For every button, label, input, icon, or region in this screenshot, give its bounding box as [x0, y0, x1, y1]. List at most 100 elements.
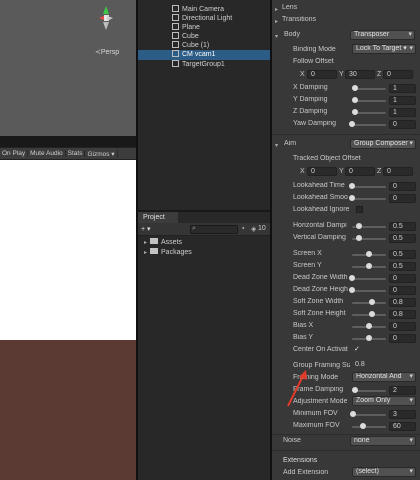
follow-offset-z-field[interactable]: 0: [383, 70, 413, 79]
lookahead-smoothing-slider[interactable]: [352, 198, 386, 200]
scene-view[interactable]: ≺Persp: [0, 0, 136, 136]
center-on-activate-checkbox[interactable]: ✓: [354, 345, 360, 353]
minimum-fov-field[interactable]: 3: [389, 410, 416, 419]
follow-offset-y-label: Y: [339, 71, 344, 78]
dead-zone-width-slider-handle[interactable]: [349, 275, 355, 281]
lens-label[interactable]: Lens: [282, 4, 297, 11]
lookahead-time-slider[interactable]: [352, 186, 386, 188]
dead-zone-width-label: Dead Zone Width: [293, 274, 348, 281]
group-framing-size-field[interactable]: 0.8: [352, 361, 416, 370]
maximize-on-play-toggle[interactable]: On Play: [0, 150, 29, 157]
screen-x-slider-handle[interactable]: [366, 251, 372, 257]
z-damping-label: Z Damping: [293, 108, 328, 115]
transitions-label[interactable]: Transitions: [282, 16, 316, 23]
tracked-offset-y-label: Y: [339, 168, 344, 175]
lookahead-ignore-y-checkbox[interactable]: [356, 206, 363, 213]
adjustment-mode-dropdown[interactable]: Zoom Only: [352, 396, 416, 406]
vertical-damping-slider-handle[interactable]: [355, 235, 362, 241]
project-folder-packages[interactable]: ▸ Packages: [144, 248, 192, 258]
folder-icon: [150, 238, 159, 244]
screen-y-field[interactable]: 0.5: [389, 262, 416, 271]
x-damping-field[interactable]: 1: [389, 84, 416, 93]
horizontal-damping-slider-handle[interactable]: [355, 223, 362, 229]
mute-audio-toggle[interactable]: Mute Audio: [28, 150, 66, 157]
bias-y-slider-handle[interactable]: [366, 335, 372, 341]
minimum-fov-slider[interactable]: [352, 414, 386, 416]
horizontal-damping-field[interactable]: 0.5: [389, 222, 416, 231]
gameobject-icon: [172, 50, 179, 57]
soft-zone-height-label: Soft Zone Height: [293, 310, 346, 317]
bias-x-slider-handle[interactable]: [366, 323, 372, 329]
tracked-offset-z-field[interactable]: 0: [383, 167, 413, 176]
yaw-damping-slider-handle[interactable]: [349, 121, 355, 127]
tracked-offset-x-field[interactable]: 0: [307, 167, 337, 176]
bias-y-field[interactable]: 0: [389, 334, 416, 343]
noise-dropdown[interactable]: none: [350, 436, 416, 446]
perspective-label[interactable]: ≺Persp: [95, 48, 119, 56]
game-view-toolbar: On Play Mute Audio Stats Gizmos ▾: [0, 147, 136, 160]
transitions-foldout-arrow-icon[interactable]: ▸: [275, 18, 278, 25]
dead-zone-width-slider[interactable]: [352, 278, 386, 280]
lookahead-time-slider-handle[interactable]: [349, 183, 355, 189]
dead-zone-width-field[interactable]: 0: [389, 274, 416, 283]
bias-x-label: Bias X: [293, 322, 314, 329]
lookahead-time-field[interactable]: 0: [389, 182, 416, 191]
lookahead-smoothing-field[interactable]: 0: [389, 194, 416, 203]
soft-zone-width-field[interactable]: 0.8: [389, 298, 416, 307]
framing-mode-dropdown[interactable]: Horizontal And: [352, 372, 416, 382]
search-input[interactable]: [190, 225, 238, 234]
add-extension-dropdown[interactable]: (select): [352, 467, 416, 477]
section-divider: [272, 134, 420, 135]
expand-arrow-icon[interactable]: ▸: [144, 240, 147, 246]
stats-toggle[interactable]: Stats: [66, 150, 86, 157]
hierarchy-item-targetgroup1[interactable]: TargetGroup1: [138, 60, 270, 70]
search-icon: ⌕: [192, 225, 196, 232]
binding-mode-label: Binding Mode: [293, 46, 336, 53]
tracked-offset-z-label: Z: [377, 168, 382, 175]
folder-icon: [150, 248, 159, 254]
lock-icon[interactable]: ⬩: [242, 225, 245, 233]
lookahead-smoothing-slider-handle[interactable]: [349, 195, 355, 201]
body-type-dropdown[interactable]: Transposer: [350, 30, 415, 40]
lens-foldout-arrow-icon[interactable]: ▸: [275, 6, 278, 13]
tracked-offset-y-field[interactable]: 0: [345, 167, 375, 176]
tracked-offset-x-label: X: [300, 168, 305, 175]
dead-zone-height-field[interactable]: 0: [389, 286, 416, 295]
project-folder-assets[interactable]: ▸ Assets: [144, 238, 182, 248]
dead-zone-height-slider-handle[interactable]: [349, 287, 355, 293]
screen-y-slider-handle[interactable]: [366, 263, 372, 269]
yaw-damping-field[interactable]: 0: [389, 120, 416, 129]
frame-damping-field[interactable]: 2: [389, 386, 416, 395]
hierarchy-item-cm-vcam1[interactable]: CM vcam1: [138, 50, 270, 60]
bias-x-field[interactable]: 0: [389, 322, 416, 331]
maximum-fov-slider[interactable]: [352, 426, 386, 428]
z-damping-field[interactable]: 1: [389, 108, 416, 117]
maximum-fov-field[interactable]: 60: [389, 422, 416, 431]
follow-offset-y-field[interactable]: 30: [345, 70, 375, 79]
create-button[interactable]: + ▾: [141, 225, 151, 233]
soft-zone-height-field[interactable]: 0.8: [389, 310, 416, 319]
dead-zone-height-slider[interactable]: [352, 290, 386, 292]
aim-type-dropdown[interactable]: Group Composer: [350, 139, 416, 149]
minimum-fov-slider-handle[interactable]: [349, 411, 356, 417]
hidden-packages-count[interactable]: 10: [258, 225, 266, 232]
scene-orientation-gizmo-icon[interactable]: [97, 4, 115, 34]
x-damping-label: X Damping: [293, 84, 328, 91]
yaw-damping-slider[interactable]: [352, 124, 386, 126]
section-divider: [272, 450, 420, 451]
filter-icon[interactable]: ◈: [251, 225, 256, 233]
gameobject-icon: [172, 41, 179, 48]
expand-arrow-icon[interactable]: ▸: [144, 250, 147, 256]
screen-x-field[interactable]: 0.5: [389, 250, 416, 259]
follow-offset-z-label: Z: [377, 71, 382, 78]
binding-mode-dropdown[interactable]: Lock To Target ▾: [352, 44, 416, 54]
gizmos-dropdown[interactable]: Gizmos ▾: [85, 149, 118, 158]
follow-offset-x-field[interactable]: 0: [307, 70, 337, 79]
y-damping-field[interactable]: 1: [389, 96, 416, 105]
screen-x-label: Screen X: [293, 250, 322, 257]
aim-foldout-arrow-icon[interactable]: ▾: [275, 142, 278, 149]
body-foldout-arrow-icon[interactable]: ▾: [275, 33, 278, 40]
vertical-damping-field[interactable]: 0.5: [389, 234, 416, 243]
tab-project[interactable]: Project: [138, 212, 178, 223]
aim-label: Aim: [284, 140, 297, 147]
